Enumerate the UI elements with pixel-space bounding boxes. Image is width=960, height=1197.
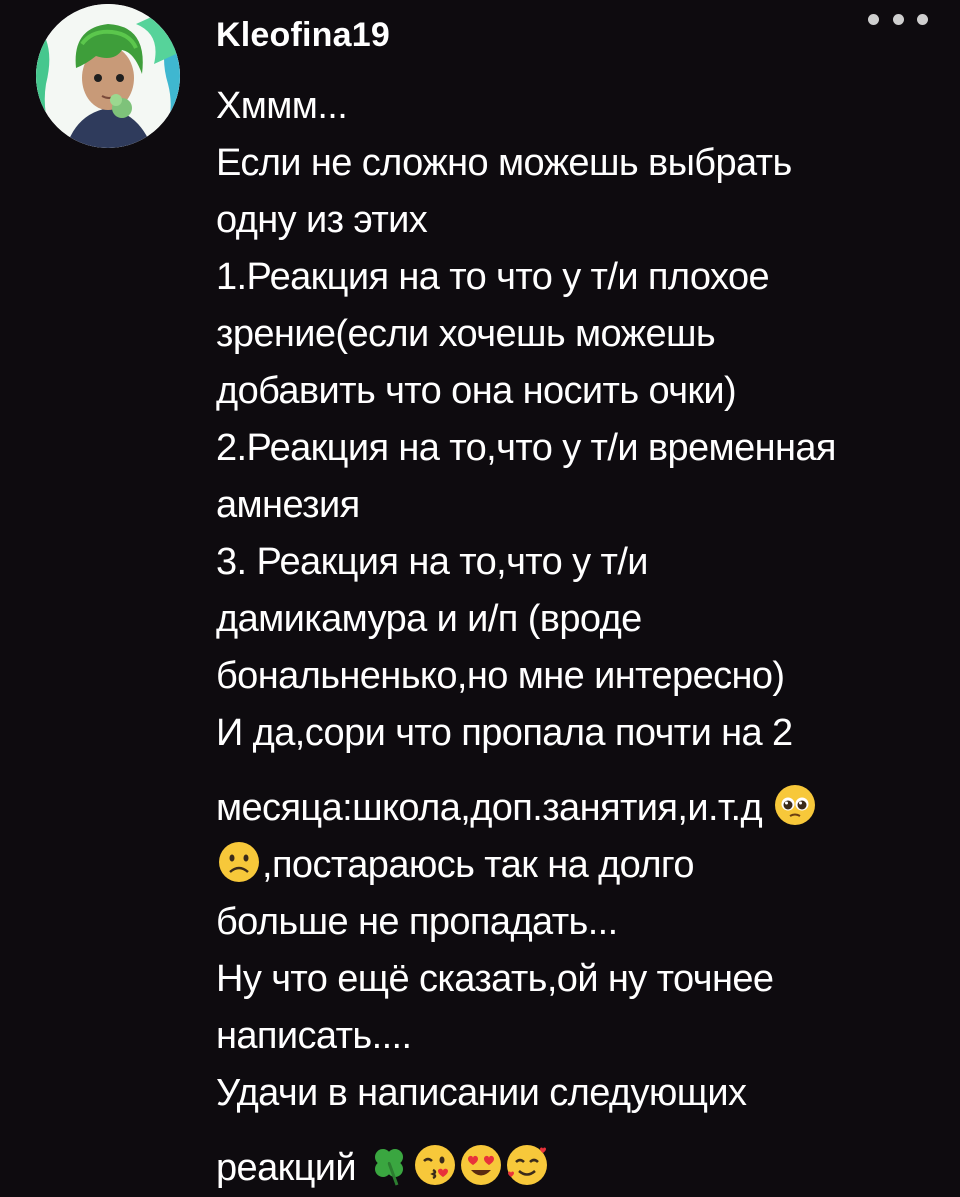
avatar[interactable] [36,4,180,148]
comment-line: Удачи в написании следующих [216,1072,747,1114]
comment-line: написать.... [216,1015,412,1057]
four-leaf-clover-emoji [367,1143,411,1187]
pleading-face-emoji [773,783,817,827]
comment-line: 3. Реакция на то,что у т/и [216,541,649,583]
comment-line: больше не пропадать... [216,901,618,943]
comment-line: дамикамура и и/п (вроде [216,598,642,640]
comment-line: 1.Реакция на то что у т/и плохое [216,256,770,298]
comment-line: добавить что она носить очки) [216,370,737,412]
comment-line: бональненько,но мне интересно) [216,655,785,697]
comment-line: ,постараюсь так на долго [216,837,946,894]
comment-line-text: месяца:школа,доп.занятия,и.т.д [216,787,763,829]
comment-line: амнезия [216,484,360,526]
comment-line: одну из этих [216,199,428,241]
frowning-face-emoji [217,840,261,884]
comment-line: реакций [216,1122,946,1197]
smiling-face-hearts-emoji [505,1143,549,1187]
heart-eyes-emoji [459,1143,503,1187]
comment-line: месяца:школа,доп.занятия,и.т.д [216,762,946,837]
comment-line: Если не сложно можешь выбрать [216,142,792,184]
comment-line-text: ,постараюсь так на долго [262,844,694,886]
comment-line: Ну что ещё сказать,ой ну точнее [216,958,774,1000]
avatar-icon [36,4,180,148]
comment: Kleofina19 Хммм... Если не сложно можешь… [0,0,960,1189]
comment-line: зрение(если хочешь можешь [216,313,716,355]
comment-text: Хммм... Если не сложно можешь выбрать од… [216,78,946,1197]
comment-line-text: реакций [216,1147,357,1189]
comment-line: И да,сори что пропала почти на 2 [216,712,793,754]
kissing-face-emoji [413,1143,457,1187]
username[interactable]: Kleofina19 [216,10,390,60]
more-dots-icon[interactable] [868,8,928,30]
comment-line: Хммм... [216,85,348,127]
comment-line: 2.Реакция на то,что у т/и временная [216,427,837,469]
